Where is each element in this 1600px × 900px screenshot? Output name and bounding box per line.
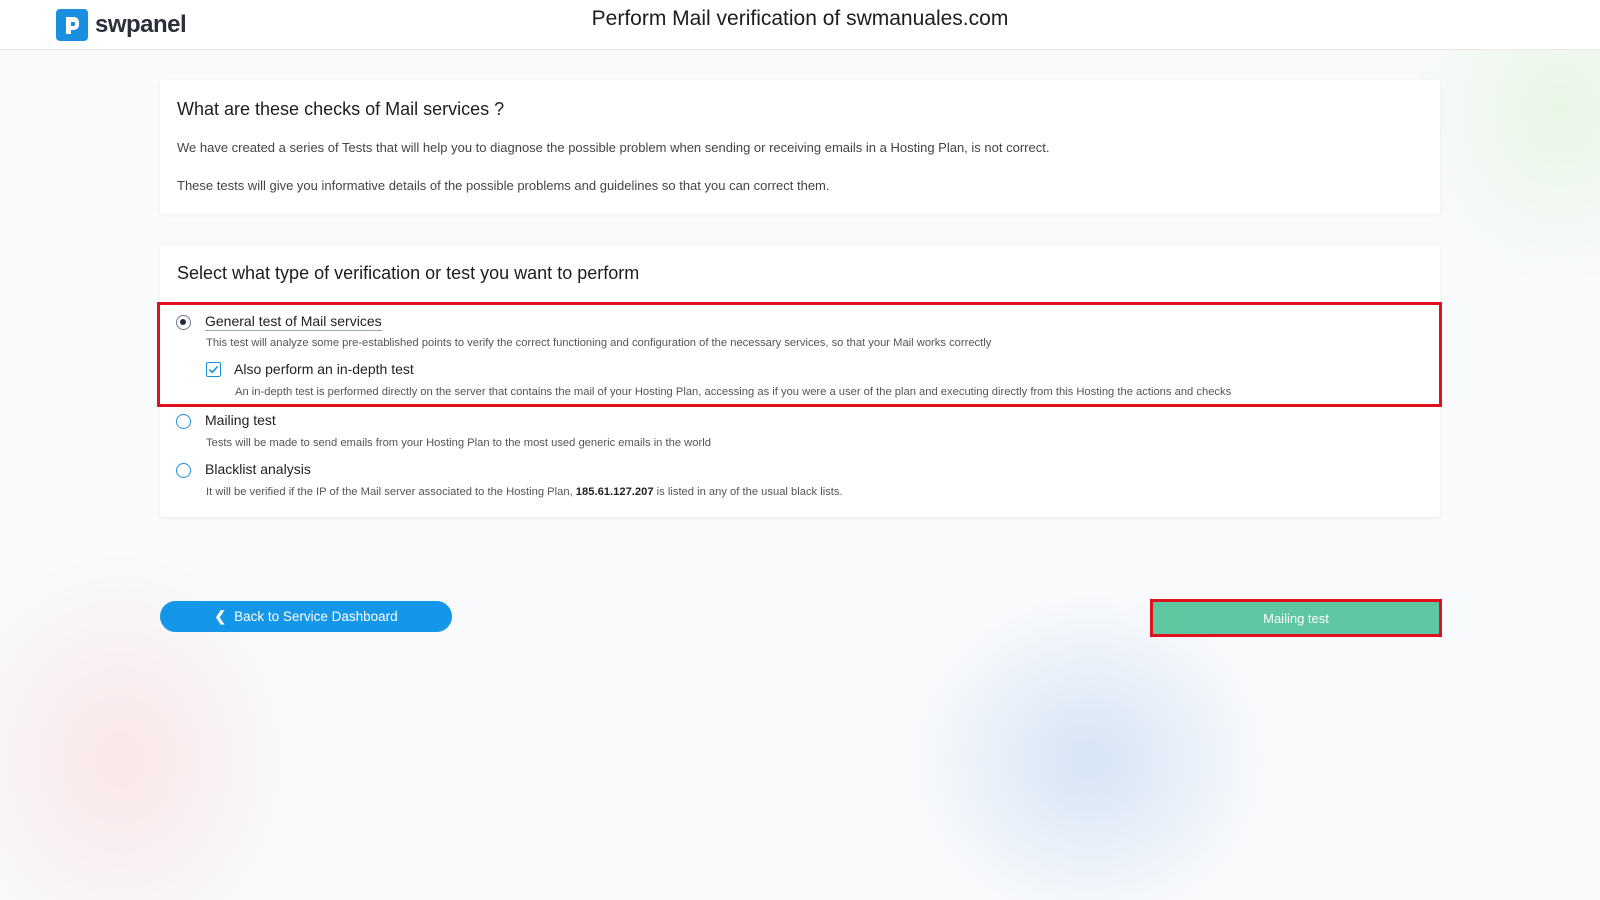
radio-general-test[interactable]: [176, 315, 191, 330]
radio-blacklist-analysis[interactable]: [176, 463, 191, 478]
info-card: What are these checks of Mail services ?…: [160, 80, 1440, 214]
blacklist-description-prefix: It will be verified if the IP of the Mai…: [206, 486, 576, 498]
submit-button-label: Mailing test: [1263, 610, 1329, 626]
radio-mailing-test[interactable]: [176, 414, 191, 429]
back-to-dashboard-button[interactable]: ❮ Back to Service Dashboard: [160, 601, 452, 632]
option-mailing-description: Tests will be made to send emails from y…: [206, 437, 711, 449]
mail-server-ip: 185.61.127.207: [575, 486, 654, 498]
top-bar: swpanel Perform Mail verification of swm…: [0, 0, 1600, 50]
blacklist-description-suffix: is listed in any of the usual black list…: [653, 486, 843, 498]
indepth-label[interactable]: Also perform an in-depth test: [234, 361, 414, 377]
info-paragraph-2: These tests will give you informative de…: [177, 178, 830, 193]
indepth-description: An in-depth test is performed directly o…: [235, 386, 1232, 398]
page-title: Perform Mail verification of swmanuales.…: [591, 7, 1009, 30]
option-blacklist-label[interactable]: Blacklist analysis: [205, 461, 311, 477]
chevron-left-icon: ❮: [214, 608, 227, 624]
verification-type-card: Select what type of verification or test…: [160, 245, 1440, 517]
info-heading: What are these checks of Mail services ?: [177, 99, 505, 119]
option-general-description: This test will analyze some pre-establis…: [206, 337, 992, 349]
indepth-checkbox[interactable]: [206, 362, 221, 377]
mailing-test-button[interactable]: Mailing test: [1153, 602, 1439, 634]
select-heading: Select what type of verification or test…: [177, 263, 640, 283]
back-button-label: Back to Service Dashboard: [234, 609, 398, 624]
checkmark-icon: [208, 365, 219, 374]
info-paragraph-1: We have created a series of Tests that w…: [177, 140, 1050, 155]
option-general-label[interactable]: General test of Mail services: [205, 313, 382, 331]
option-mailing-label[interactable]: Mailing test: [205, 412, 276, 428]
option-blacklist-description: It will be verified if the IP of the Mai…: [206, 486, 843, 498]
